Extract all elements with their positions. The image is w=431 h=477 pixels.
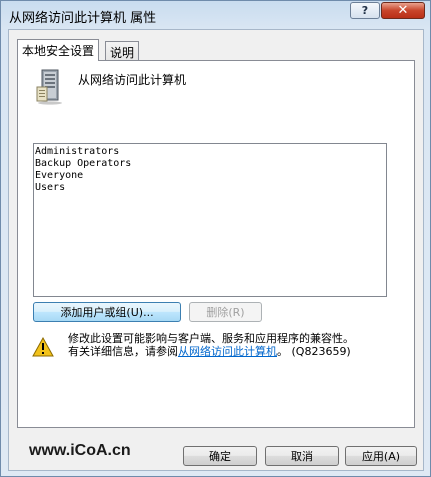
cancel-button[interactable]: 取消 [265, 446, 339, 466]
policy-help-link[interactable]: 从网络访问此计算机 [178, 345, 277, 358]
add-user-or-group-button[interactable]: 添加用户或组(U)... [33, 302, 181, 322]
watermark: www.iCoA.cn [29, 442, 131, 459]
list-item[interactable]: Everyone [35, 170, 385, 182]
compatibility-warning: 修改此设置可能影响与客户端、服务和应用程序的兼容性。 有关详细信息，请参阅从网络… [68, 332, 354, 358]
close-icon: ✕ [397, 3, 409, 18]
help-button[interactable]: ? [350, 2, 380, 19]
apply-button[interactable]: 应用(A) [345, 446, 417, 466]
window-title: 从网络访问此计算机 属性 [9, 11, 157, 26]
warning-icon [32, 337, 54, 357]
remove-button[interactable]: 删除(R) [189, 302, 262, 322]
tab-local-security-setting[interactable]: 本地安全设置 [17, 39, 100, 61]
dialog-client: 本地安全设置 说明 从网络访问此计算机 Administrators Backu… [8, 29, 424, 471]
warning-suffix: 。 (Q823659) [277, 345, 351, 358]
policy-name: 从网络访问此计算机 [78, 73, 187, 87]
list-item[interactable]: Backup Operators [35, 158, 385, 170]
title-bar[interactable]: 从网络访问此计算机 属性 ? ✕ [1, 1, 430, 29]
accounts-listbox[interactable]: Administrators Backup Operators Everyone… [33, 143, 387, 297]
close-button[interactable]: ✕ [381, 2, 425, 19]
ok-button[interactable]: 确定 [183, 446, 257, 466]
properties-dialog: 从网络访问此计算机 属性 ? ✕ 本地安全设置 说明 从网络访问此计算机 Adm… [0, 0, 431, 477]
list-item[interactable]: Administrators [35, 146, 385, 158]
tab-panel: 从网络访问此计算机 Administrators Backup Operator… [17, 60, 415, 428]
help-icon: ? [361, 4, 369, 17]
warning-prefix: 有关详细信息，请参阅 [68, 345, 178, 358]
warning-line-1: 修改此设置可能影响与客户端、服务和应用程序的兼容性。 [68, 332, 354, 345]
list-item[interactable]: Users [35, 182, 385, 194]
server-icon [36, 69, 62, 105]
warning-line-2: 有关详细信息，请参阅从网络访问此计算机。 (Q823659) [68, 345, 354, 358]
tab-explain[interactable]: 说明 [105, 41, 140, 61]
